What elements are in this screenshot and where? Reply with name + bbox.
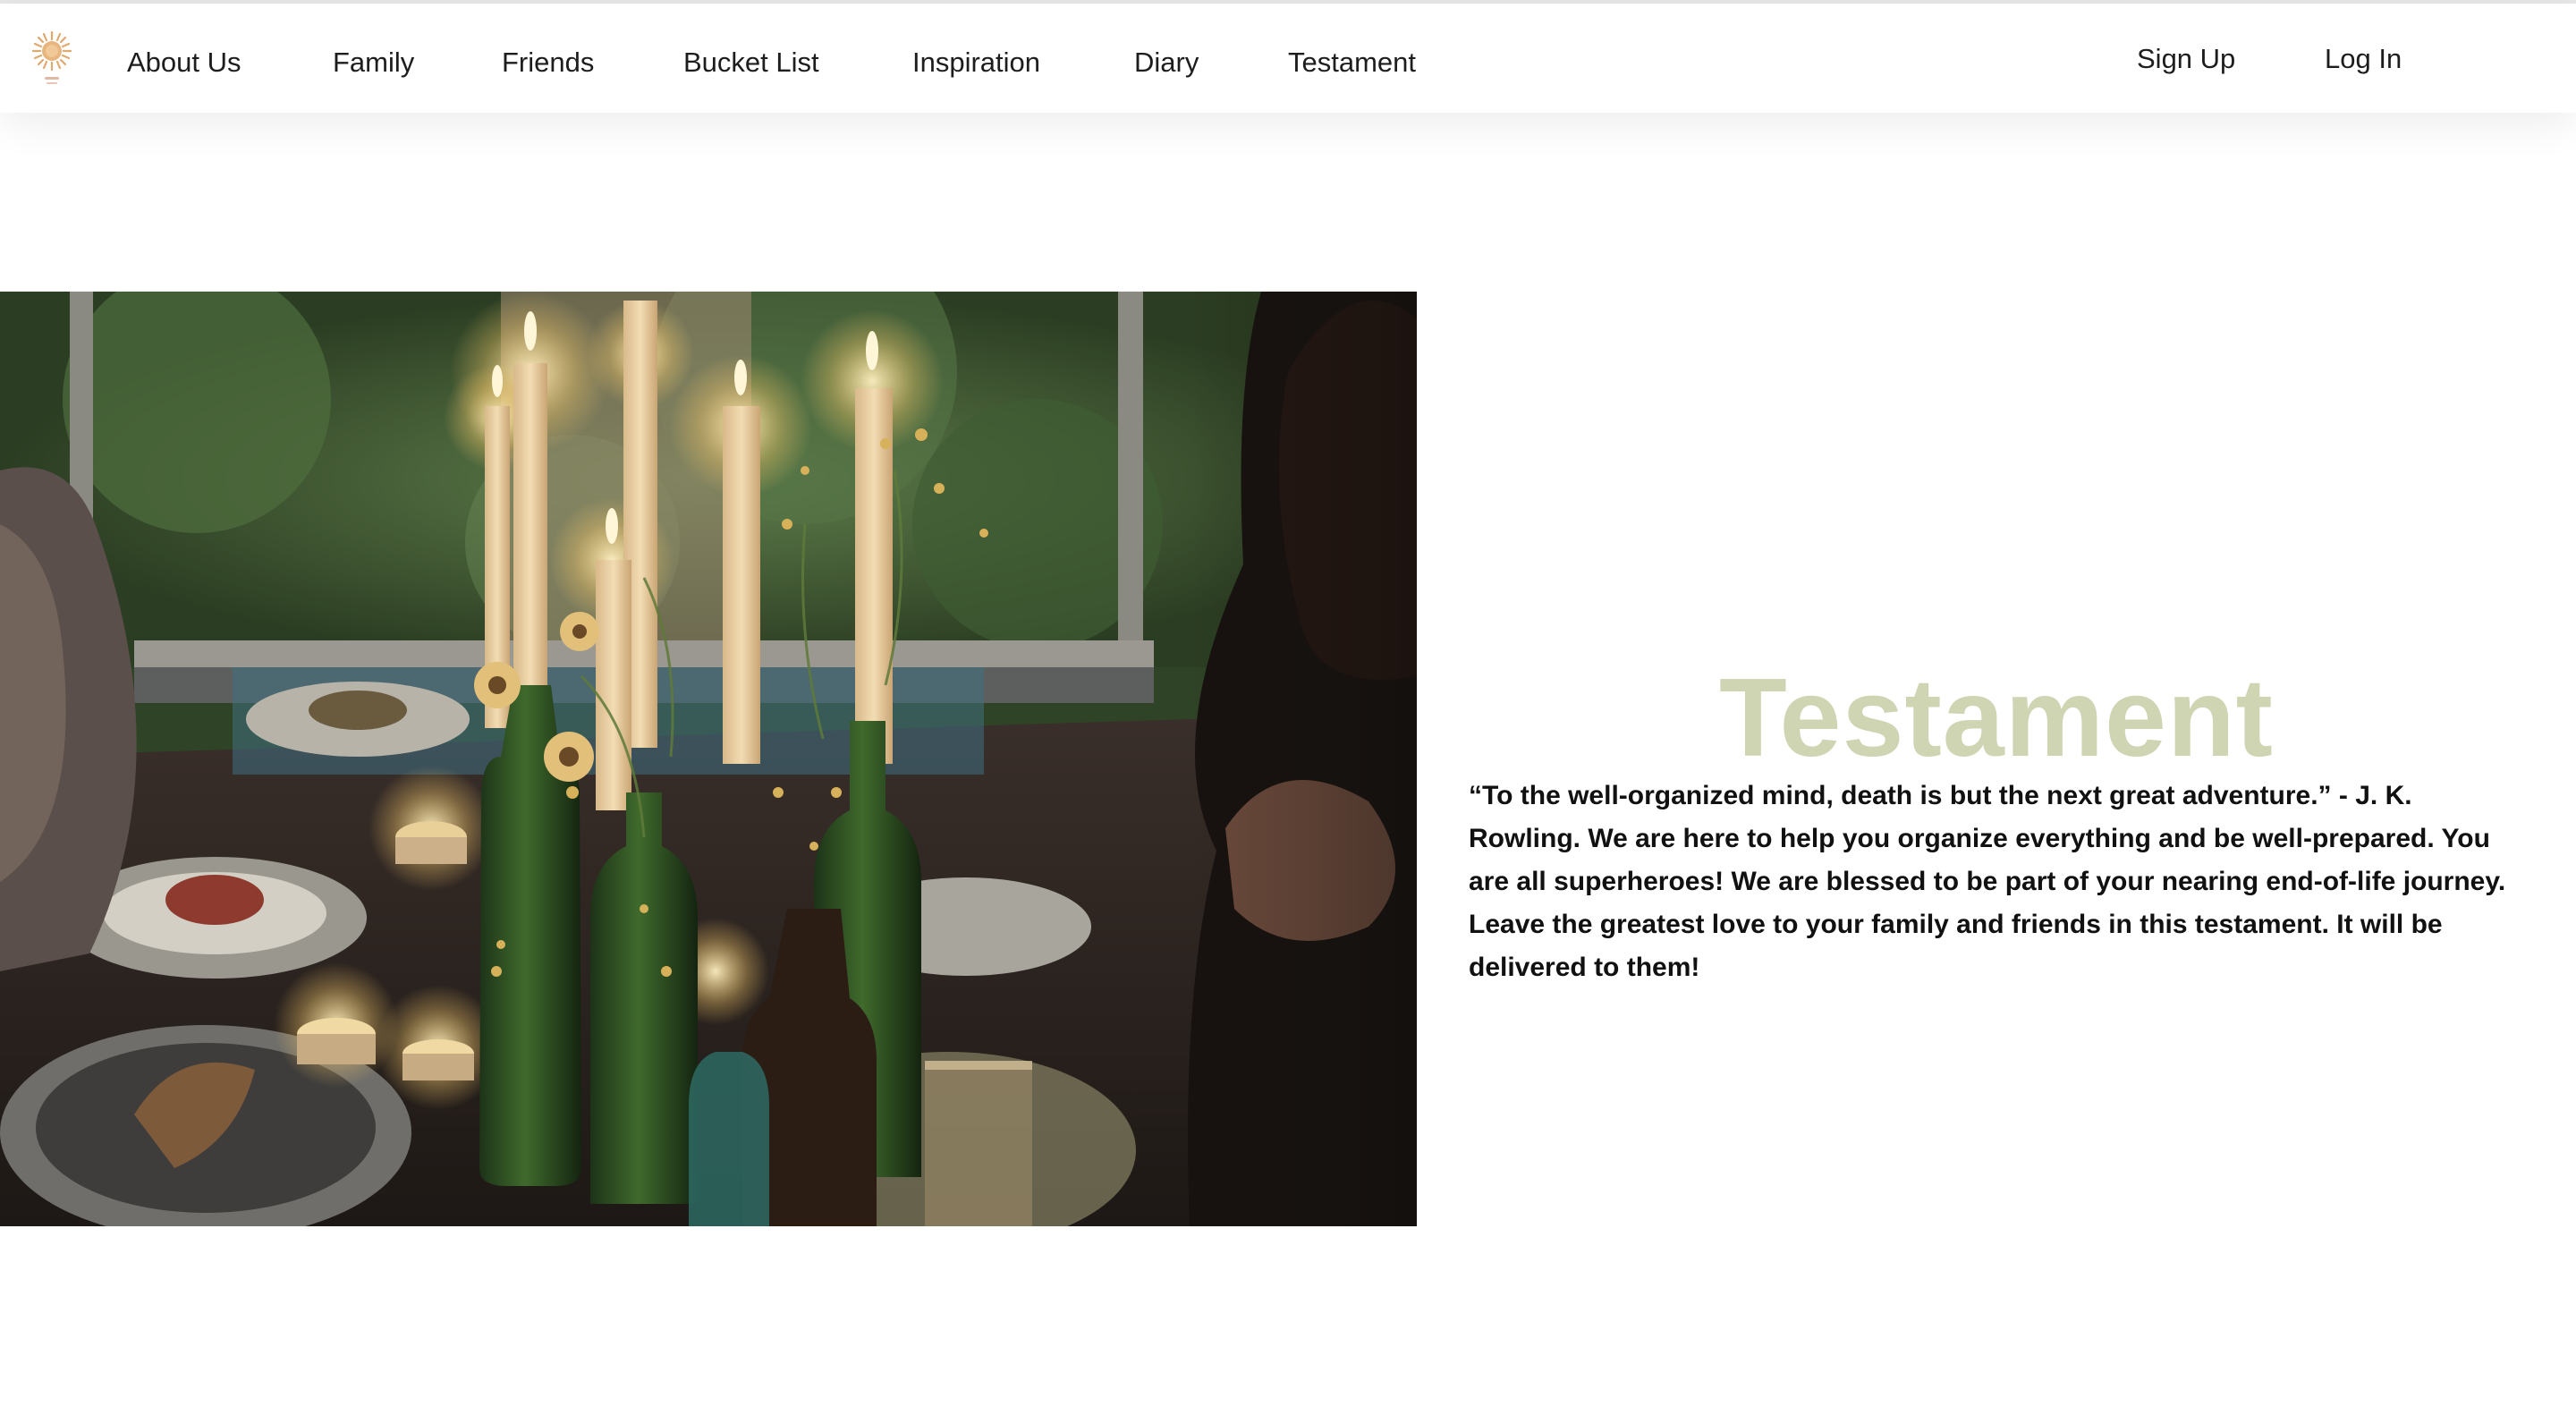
nav-inspiration[interactable]: Inspiration: [912, 45, 1040, 80]
nav-family[interactable]: Family: [333, 45, 414, 80]
navbar: About Us Family Friends Bucket List Insp…: [0, 4, 2576, 113]
sign-up-link[interactable]: Sign Up: [2137, 41, 2235, 77]
nav-friends[interactable]: Friends: [502, 45, 594, 80]
nav-testament[interactable]: Testament: [1288, 45, 1416, 80]
hero-photo: [0, 292, 1417, 1226]
sun-logo-icon[interactable]: [27, 27, 77, 91]
testament-title: Testament: [1719, 657, 2274, 781]
testament-description: “To the well-organized mind, death is bu…: [1469, 781, 2506, 982]
nav-diary[interactable]: Diary: [1134, 45, 1199, 80]
log-in-link[interactable]: Log In: [2325, 41, 2402, 77]
nav-bucket-list[interactable]: Bucket List: [683, 45, 819, 80]
nav-about-us[interactable]: About Us: [127, 45, 242, 80]
